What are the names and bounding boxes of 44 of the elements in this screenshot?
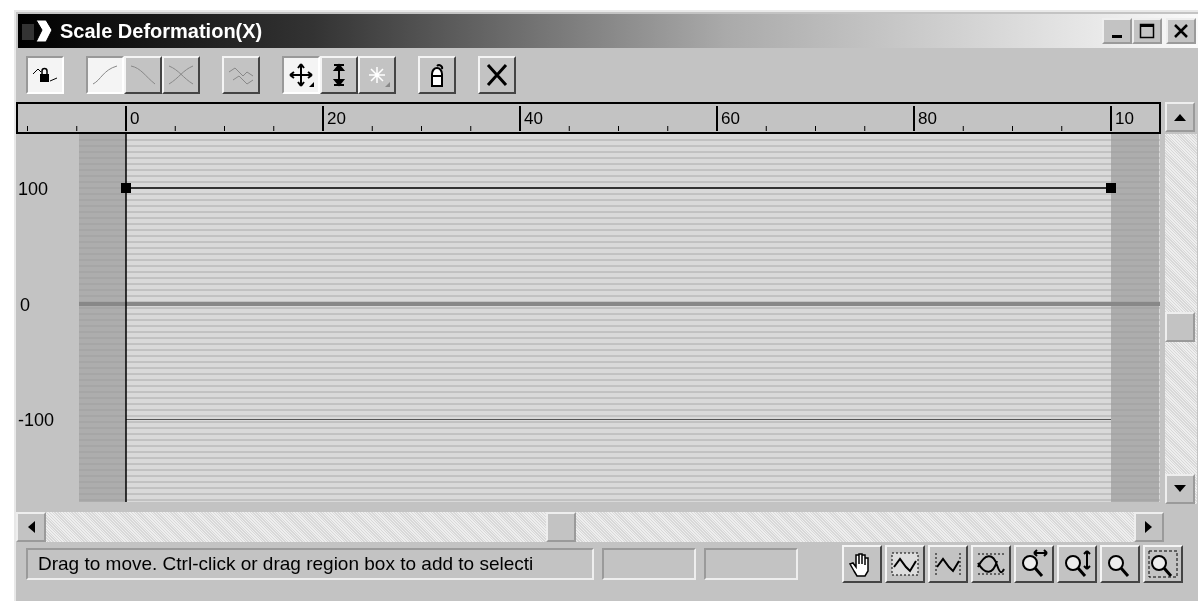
maximize-icon [1139,23,1155,39]
view-button[interactable] [885,545,925,583]
ruler-label: 20 [327,109,346,128]
zoom-extents-icon [889,549,921,579]
view-button[interactable] [1100,545,1140,583]
zoom-region-icon [1147,549,1179,579]
right-arrow-icon [1144,520,1154,534]
axis-label: 100 [18,179,49,199]
view-button[interactable] [971,545,1011,583]
window-title: Scale Deformation(X) [60,19,264,43]
ruler-label: 40 [524,109,543,128]
close-button[interactable] [1166,18,1196,44]
maximize-button[interactable] [1132,18,1162,44]
view-button[interactable] [1057,545,1097,583]
ruler-label: 80 [918,109,937,128]
up-arrow-icon [1173,112,1187,122]
toolbar-button[interactable] [282,56,320,94]
toolbar-button[interactable] [26,56,64,94]
move-icon [287,62,315,88]
status-message: Drag to move. Ctrl-click or drag region box to add to selecti [26,548,594,580]
scroll-thumb[interactable] [1165,312,1195,342]
minimize-button[interactable] [1102,18,1132,44]
close-icon [1173,23,1189,39]
scroll-right-button[interactable] [1134,512,1164,542]
scroll-down-button[interactable] [1165,474,1195,504]
horizontal-scrollbar[interactable] [16,512,1164,542]
left-arrow-icon [26,520,36,534]
scroll-thumb[interactable] [546,512,576,542]
scroll-up-button[interactable] [1165,102,1195,132]
vertical-scrollbar[interactable] [1165,134,1197,504]
input-field[interactable] [602,548,696,580]
view-button[interactable] [1014,545,1054,583]
minimize-icon [1112,34,1122,38]
ruler-label: 0 [130,109,140,128]
view-button[interactable] [1143,545,1183,583]
input-field[interactable] [704,548,798,580]
view-button[interactable] [842,545,882,583]
ruler-label: 10 [1115,109,1134,128]
down-arrow-icon [1173,484,1187,494]
axis-label: 0 [20,295,30,315]
axis-label: -100 [18,410,55,430]
ruler-label: 60 [721,109,740,128]
view-button[interactable] [928,545,968,583]
scroll-left-button[interactable] [16,512,46,542]
